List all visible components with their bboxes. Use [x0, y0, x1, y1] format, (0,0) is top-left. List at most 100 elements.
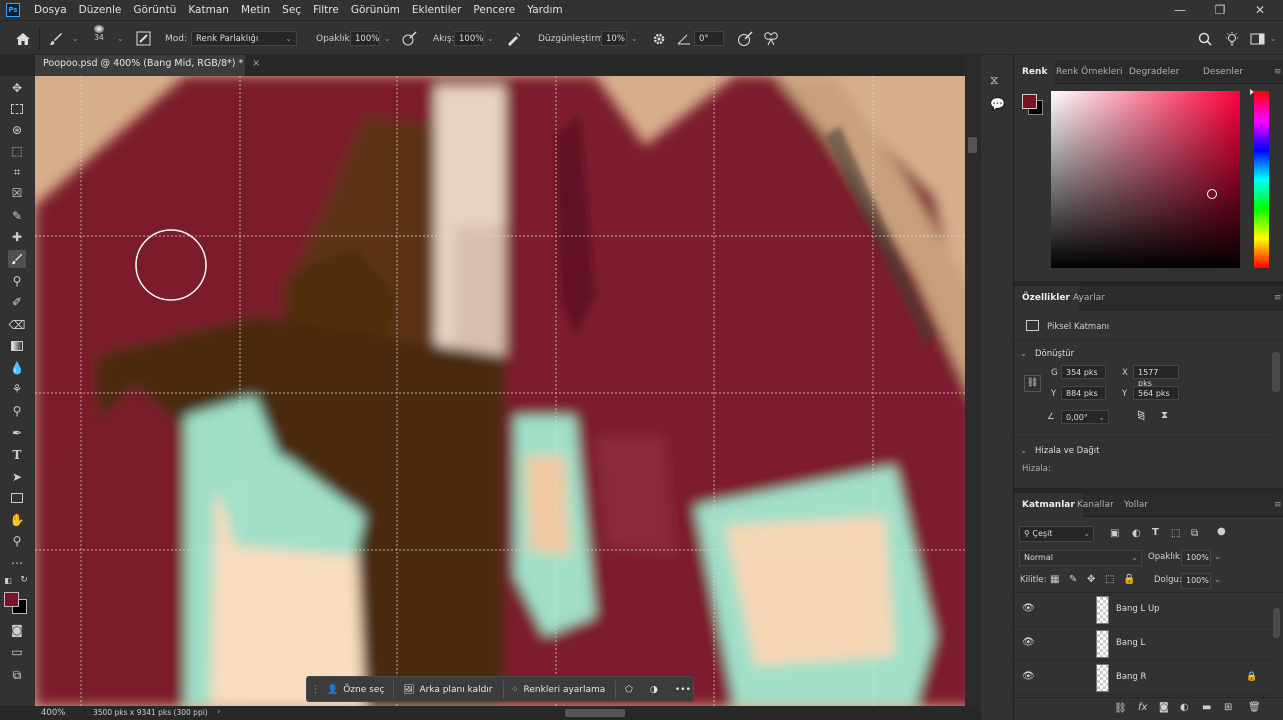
- marquee-tool-icon[interactable]: [8, 100, 26, 118]
- layer-style-fx-icon[interactable]: fx: [1138, 702, 1147, 713]
- default-colors-icon[interactable]: ◧: [2, 574, 14, 586]
- path-selection-tool-icon[interactable]: ➤: [8, 468, 26, 486]
- comments-panel-icon[interactable]: 💬: [990, 97, 1005, 111]
- minimize-icon[interactable]: —: [1160, 0, 1200, 20]
- move-tool-icon[interactable]: ✥: [8, 79, 26, 97]
- brush-angle-input[interactable]: 0°: [694, 31, 724, 46]
- menu-file[interactable]: Dosya: [28, 0, 73, 20]
- filter-toggle-icon[interactable]: ●: [1217, 526, 1226, 537]
- color-field[interactable]: [1051, 91, 1240, 268]
- vertical-scrollbar[interactable]: [965, 55, 980, 706]
- smoothing-input[interactable]: 10%: [601, 31, 627, 46]
- x-input[interactable]: 1577 pks: [1133, 365, 1179, 388]
- tab-channels[interactable]: Kanallar: [1069, 493, 1122, 517]
- type-tool-icon[interactable]: T: [8, 446, 26, 464]
- airbrush-icon[interactable]: [505, 30, 521, 47]
- fill-chevron-icon[interactable]: ⌄: [1214, 575, 1221, 585]
- visibility-eye-icon[interactable]: 👁: [1022, 603, 1036, 617]
- menu-edit[interactable]: Düzenle: [73, 0, 128, 20]
- visibility-eye-icon[interactable]: 👁: [1022, 637, 1036, 651]
- layers-menu-icon[interactable]: ≡: [1266, 493, 1283, 517]
- discover-lightbulb-icon[interactable]: [1224, 30, 1240, 47]
- menu-select[interactable]: Seç: [276, 0, 307, 20]
- hue-slider[interactable]: [1250, 89, 1269, 268]
- filter-smart-object-icon[interactable]: ⧉: [1191, 528, 1198, 539]
- horizontal-scroll-thumb[interactable]: [565, 709, 625, 717]
- vertical-scroll-thumb[interactable]: [968, 137, 977, 153]
- workspace-chevron-icon[interactable]: ⌄: [1270, 30, 1277, 47]
- close-document-icon[interactable]: ×: [252, 58, 260, 69]
- menu-type[interactable]: Metin: [235, 0, 276, 20]
- menu-filter[interactable]: Filtre: [307, 0, 345, 20]
- pressure-size-icon[interactable]: [737, 30, 753, 47]
- layer-filter-select[interactable]: ⚲ Çeşit ⌄: [1019, 526, 1094, 542]
- lock-position-icon[interactable]: ✥: [1087, 574, 1095, 585]
- flip-vertical-icon[interactable]: ⧗: [1161, 410, 1168, 421]
- link-dimensions-icon[interactable]: ⛓: [1024, 375, 1041, 392]
- flow-chevron-icon[interactable]: ⌄: [487, 30, 494, 47]
- crop-tool-icon[interactable]: ⌗: [8, 163, 26, 181]
- layer-row[interactable]: 👁 Bang R 🔒: [1014, 661, 1272, 695]
- transform-icon[interactable]: ⬠: [625, 682, 633, 698]
- tab-paths[interactable]: Yollar: [1116, 493, 1156, 517]
- pen-tool-icon[interactable]: ✒: [8, 424, 26, 442]
- height-input[interactable]: 884 pks: [1061, 386, 1106, 400]
- menu-layer[interactable]: Katman: [182, 0, 235, 20]
- blur-tool-icon[interactable]: 💧: [8, 359, 26, 377]
- flip-horizontal-icon[interactable]: ⧎: [1137, 410, 1145, 421]
- status-expand-chevron-icon[interactable]: ›: [217, 707, 220, 717]
- workspace-icon[interactable]: [1250, 30, 1266, 47]
- menu-window[interactable]: Pencere: [467, 0, 521, 20]
- tab-swatches[interactable]: Renk Örnekleri: [1048, 60, 1130, 84]
- brush-tool-icon[interactable]: [48, 30, 64, 47]
- menu-image[interactable]: Görüntü: [127, 0, 182, 20]
- lock-image-icon[interactable]: ✎: [1069, 574, 1077, 585]
- opacity-chevron-icon[interactable]: ⌄: [384, 30, 391, 47]
- drag-handle-icon[interactable]: ⋮: [311, 682, 320, 698]
- clone-stamp-tool-icon[interactable]: ⚲: [8, 272, 26, 290]
- eraser-tool-icon[interactable]: ⌫: [8, 316, 26, 334]
- width-input[interactable]: 354 pks: [1061, 365, 1106, 379]
- y-input[interactable]: 564 pks: [1133, 386, 1179, 400]
- tab-adjustments[interactable]: Ayarlar: [1065, 286, 1113, 310]
- filter-pixel-icon[interactable]: ▣: [1110, 528, 1119, 539]
- properties-scroll-thumb[interactable]: [1272, 352, 1280, 392]
- share-icon[interactable]: ⧉: [8, 666, 26, 684]
- quick-mask-icon[interactable]: ◙: [8, 621, 26, 639]
- lock-transparent-icon[interactable]: ▦: [1050, 574, 1059, 585]
- layer-row[interactable]: 👁 Bang L: [1014, 627, 1272, 661]
- visibility-eye-icon[interactable]: 👁: [1022, 671, 1036, 685]
- layers-scroll-thumb[interactable]: [1273, 608, 1280, 638]
- smudge-tool-icon[interactable]: ⚘: [8, 380, 26, 398]
- brush-tool-active-icon[interactable]: [8, 250, 26, 268]
- menu-plugins[interactable]: Eklentiler: [406, 0, 467, 20]
- quick-selection-tool-icon[interactable]: ⬚: [8, 142, 26, 160]
- symmetry-butterfly-icon[interactable]: [763, 30, 779, 47]
- zoom-tool-icon[interactable]: ⚲: [8, 532, 26, 550]
- edit-toolbar-icon[interactable]: ⋯: [8, 554, 26, 572]
- layer-opacity-input[interactable]: 100%: [1181, 550, 1211, 566]
- panel-foreground-swatch[interactable]: [1022, 94, 1037, 109]
- properties-menu-icon[interactable]: ≡: [1266, 286, 1283, 310]
- filter-adjustment-icon[interactable]: ◐: [1132, 528, 1141, 539]
- new-adjustment-layer-icon[interactable]: ◐: [1180, 702, 1189, 713]
- gradient-tool-icon[interactable]: [8, 337, 26, 355]
- tab-gradients[interactable]: Degradeler: [1121, 60, 1187, 84]
- close-window-icon[interactable]: ✕: [1240, 0, 1280, 20]
- lock-all-icon[interactable]: 🔒: [1123, 574, 1135, 585]
- zoom-level[interactable]: 400%: [41, 708, 65, 718]
- new-group-icon[interactable]: ▬: [1202, 702, 1211, 713]
- eyedropper-tool-icon[interactable]: ✎: [8, 207, 26, 225]
- frame-tool-icon[interactable]: ☒: [8, 184, 26, 202]
- object-selection-tool-icon[interactable]: ⊛: [8, 121, 26, 139]
- link-layers-icon[interactable]: ⛓: [1114, 703, 1127, 714]
- restore-icon[interactable]: ❐: [1200, 0, 1240, 20]
- align-collapse-icon[interactable]: ⌄: [1020, 446, 1027, 456]
- foreground-color-swatch[interactable]: [4, 592, 19, 607]
- history-panel-icon[interactable]: ⧖: [990, 73, 998, 88]
- remove-background-button[interactable]: 🖼 Arka planı kaldır: [403, 682, 493, 698]
- tool-preset-chevron-icon[interactable]: ⌄: [72, 30, 79, 47]
- home-icon[interactable]: [15, 30, 31, 47]
- menu-help[interactable]: Yardım: [521, 0, 568, 20]
- brush-preset-picker[interactable]: 34: [94, 25, 104, 42]
